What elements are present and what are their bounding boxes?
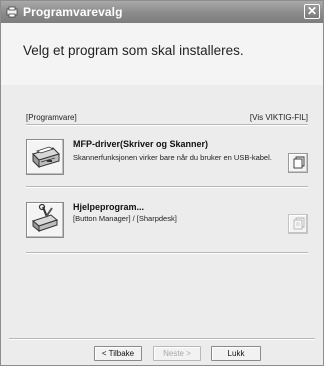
item-description: [Button Manager] / [Sharpdesk] [73,214,177,223]
install-mfp-driver-button[interactable] [26,139,64,175]
document-icon [293,156,305,169]
utility-tools-icon [31,203,59,233]
view-important-file-label: [Vis VIKTIG-FIL] [249,113,308,122]
footer-divider [9,338,315,340]
title-bar: Programvarevalg ✕ [1,1,323,23]
install-utilities-button[interactable] [26,202,64,238]
app-icon [6,6,18,18]
list-item-utilities: Hjelpeprogram... [Button Manager] / [Sha… [26,202,308,252]
item-title: MFP-driver(Skriver og Skanner) [73,139,209,149]
view-readme-button[interactable] [288,153,308,173]
next-button[interactable]: Neste > [153,346,201,361]
header-panel: Velg et program som skal installeres. [1,23,323,85]
printer-scanner-icon [32,146,60,169]
item-divider [26,252,308,254]
item-title: Hjelpeprogram... [73,202,145,212]
installer-window: Programvarevalg ✕ Velg et program som sk… [0,0,324,366]
item-description: Skannerfunksjonen virker bare når du bru… [73,153,272,162]
section-divider [26,124,308,126]
window-title: Programvarevalg [23,5,123,19]
back-button[interactable]: < Tilbake [94,346,142,361]
document-icon [293,217,305,230]
page-heading: Velg et program som skal installeres. [23,43,244,58]
item-divider [26,186,308,188]
list-item-mfp-driver: MFP-driver(Skriver og Skanner) Skannerfu… [26,139,308,189]
close-window-button[interactable]: ✕ [304,4,320,19]
close-button[interactable]: Lukk [211,346,261,361]
view-readme-button[interactable] [288,214,308,234]
software-section-label: [Programvare] [26,113,77,122]
